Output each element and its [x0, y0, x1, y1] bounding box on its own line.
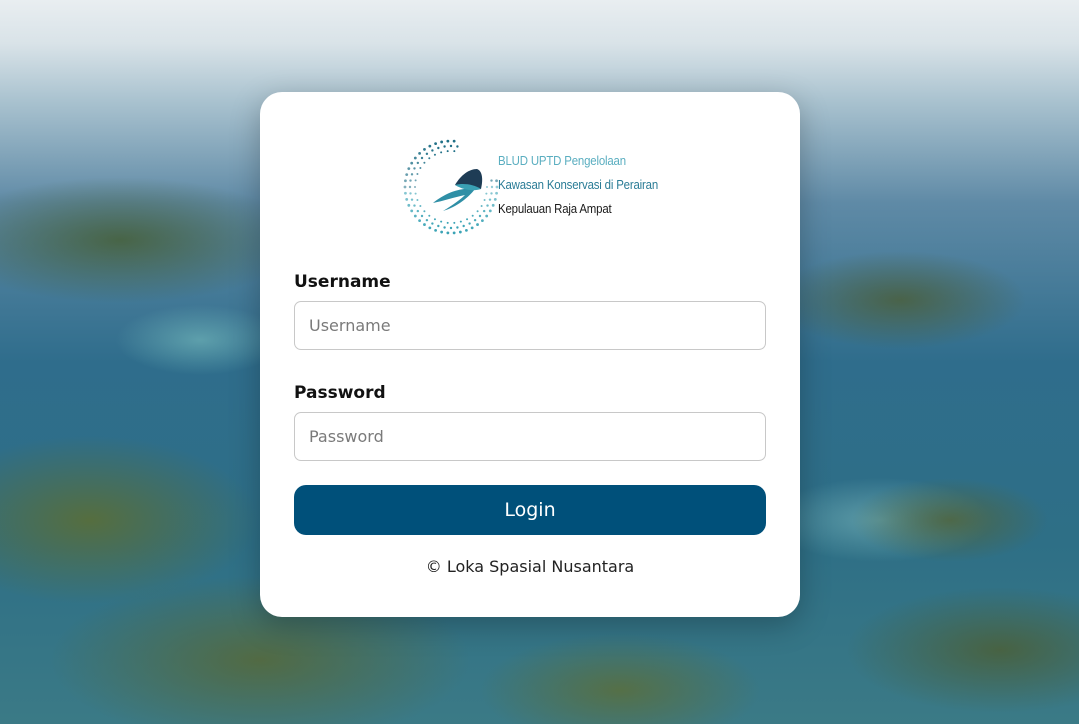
password-input[interactable]: [294, 412, 766, 461]
footer-copyright: © Loka Spasial Nusantara: [425, 557, 635, 576]
login-card: BLUD UPTD Pengelolaan Kawasan Konservasi…: [260, 92, 800, 617]
logo-text-line-3: Kepulauan Raja Ampat: [498, 201, 612, 216]
username-label: Username: [294, 272, 391, 292]
logo-text-line-1: BLUD UPTD Pengelolaan: [498, 153, 626, 168]
login-button[interactable]: Login: [294, 485, 766, 535]
username-input[interactable]: [294, 301, 766, 350]
manta-ray-logo-icon: [403, 139, 499, 235]
logo-text-line-2: Kawasan Konservasi di Perairan: [498, 177, 659, 192]
password-label: Password: [294, 383, 386, 403]
logo: BLUD UPTD Pengelolaan Kawasan Konservasi…: [403, 137, 663, 241]
